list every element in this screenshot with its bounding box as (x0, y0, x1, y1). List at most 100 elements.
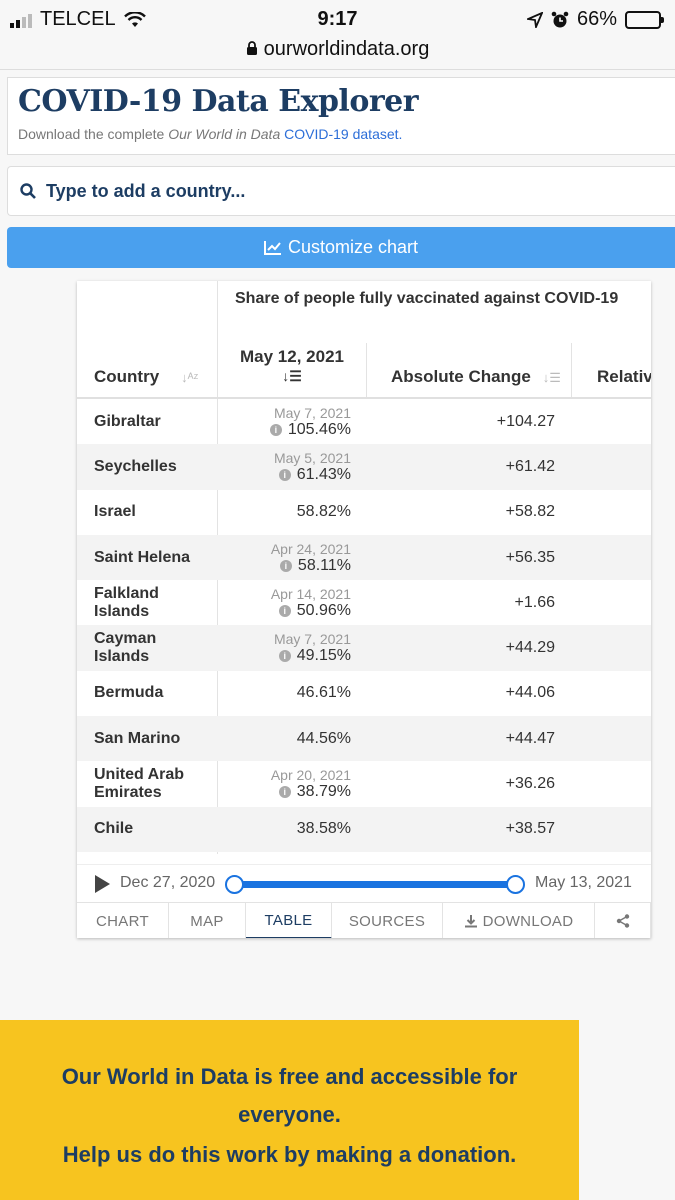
table-row[interactable]: Saint Helena Apr 24, 2021 i 58.11% +56.35 (77, 534, 651, 581)
table-row[interactable]: Falkland Islands Apr 14, 2021 i 50.96% +1.66 (77, 580, 651, 625)
value-cell: 46.61% (217, 671, 351, 716)
column-header-country[interactable]: Country ↓ᴬᶻ (94, 367, 198, 387)
value-text: 58.82% (296, 503, 351, 521)
info-icon[interactable]: i (278, 604, 291, 617)
tab-table[interactable]: TABLE (246, 903, 332, 938)
tab-label: MAP (190, 912, 224, 930)
tab-share[interactable] (595, 903, 651, 938)
value-date-note: Apr 14, 2021 (270, 585, 351, 602)
search-icon (20, 183, 36, 199)
value-text: 38.58% (296, 820, 351, 838)
battery-icon (625, 10, 664, 29)
value-date-note: Apr 24, 2021 (270, 540, 351, 557)
value-text: 44.56% (296, 729, 351, 747)
tab-label: DOWNLOAD (482, 912, 574, 930)
tab-download[interactable]: DOWNLOAD (443, 903, 595, 938)
value-date-note: May 5, 2021 (273, 449, 351, 466)
value-number: i 49.15% (278, 647, 351, 665)
sort-icon: ↓☰ (542, 370, 561, 385)
table-row[interactable]: Cayman Islands May 7, 2021 i 49.15% +44.29 (77, 625, 651, 671)
subtitle-prefix: Download the complete (18, 126, 169, 142)
sort-az-icon: ↓ᴬᶻ (181, 370, 199, 385)
country-name: United Arab Emirates (94, 766, 185, 802)
value-date-note: Apr 20, 2021 (270, 767, 351, 784)
value-number: 58.82% (297, 503, 351, 521)
country-name: Seychelles (94, 457, 177, 475)
value-cell: May 5, 2021 i 61.43% (217, 444, 351, 489)
info-icon[interactable]: i (278, 650, 291, 663)
explorer-header: COVID-19 Data Explorer Download the comp… (7, 77, 675, 155)
play-icon[interactable] (95, 875, 110, 893)
search-placeholder: Type to add a country... (46, 180, 246, 201)
alarm-icon (551, 11, 569, 27)
timeline-track[interactable] (234, 881, 515, 888)
data-table-card: Share of people fully vaccinated against… (77, 281, 651, 938)
value-text: 61.43% (296, 465, 351, 483)
view-tabs: CHART MAP TABLE SOURCES DOWNLOAD (77, 902, 651, 938)
table-row[interactable]: Chile 38.58% +38.57 (77, 806, 651, 852)
table-row[interactable]: United Arab Emirates Apr 20, 2021 i 38.79% +… (77, 761, 651, 806)
absolute-change: +36.26 (505, 775, 555, 793)
absolute-change: +104.27 (496, 412, 555, 430)
tab-label: SOURCES (348, 912, 426, 930)
timeline-end-handle[interactable] (506, 875, 525, 894)
country-name: Cayman Islands (94, 630, 157, 666)
country-name: Bermuda (94, 684, 164, 702)
value-text: 49.15% (296, 647, 351, 665)
customize-label: Customize chart (287, 237, 419, 257)
tab-label: TABLE (264, 911, 313, 929)
page-subtitle: Download the complete Our World in Data … (18, 126, 402, 142)
tab-sources[interactable]: SOURCES (332, 903, 443, 938)
value-text: 46.61% (296, 684, 351, 702)
table-row[interactable]: Seychelles May 5, 2021 i 61.43% +61.42 (77, 444, 651, 490)
country-name: Israel (94, 503, 136, 521)
timeline-start-handle[interactable] (225, 875, 244, 894)
info-icon[interactable]: i (278, 786, 291, 799)
column-label-date: May 12, 2021 (240, 347, 344, 366)
timeline-start-date[interactable]: Dec 27, 2020 (120, 874, 215, 892)
column-header-date[interactable]: May 12, 2021 ↓☰ (217, 347, 367, 385)
dataset-link[interactable]: COVID-19 dataset. (284, 126, 402, 142)
value-cell: May 7, 2021 i 105.46% (217, 399, 351, 444)
download-icon (464, 915, 477, 928)
absolute-change: +44.29 (505, 639, 555, 657)
value-cell: 38.58% (217, 807, 351, 852)
tab-label: CHART (96, 912, 149, 930)
timeline-end-date[interactable]: May 13, 2021 (535, 874, 632, 892)
table-body: Gibraltar May 7, 2021 i 105.46% +104.27 Seych… (77, 399, 651, 852)
table-row[interactable]: Israel 58.82% +58.82 (77, 490, 651, 535)
value-text: 38.79% (296, 783, 351, 801)
country-name: Saint Helena (94, 548, 191, 566)
country-name: Gibraltar (94, 412, 161, 430)
address-bar[interactable]: ourworldindata.org (0, 38, 675, 61)
tab-chart[interactable]: CHART (77, 903, 169, 938)
country-name: San Marino (94, 729, 181, 747)
absolute-change: +44.06 (505, 684, 555, 702)
info-icon[interactable]: i (279, 559, 292, 572)
value-number: i 38.79% (278, 783, 351, 801)
info-icon[interactable]: i (269, 423, 282, 436)
donation-link[interactable]: Help us do this work by making a donatio… (0, 1140, 579, 1170)
column-header-absolute[interactable]: Absolute Change ↓☰ (391, 367, 561, 387)
absolute-change: +1.66 (514, 593, 555, 611)
table-row[interactable]: San Marino 44.56% +44.47 (77, 716, 651, 762)
page-title: COVID-19 Data Explorer (18, 84, 419, 119)
country-search[interactable]: Type to add a country... (7, 166, 675, 216)
timeline: Dec 27, 2020 May 13, 2021 (77, 864, 651, 902)
value-cell: 44.56% (217, 716, 351, 761)
table-row[interactable]: Gibraltar May 7, 2021 i 105.46% +104.27 (77, 399, 651, 444)
location-icon (526, 11, 543, 28)
value-cell: 58.82% (217, 490, 351, 535)
table-row[interactable]: Bermuda 46.61% +44.06 (77, 671, 651, 716)
donation-banner: Our World in Data is free and accessible… (0, 1020, 579, 1200)
tab-map[interactable]: MAP (169, 903, 246, 938)
value-text: 105.46% (287, 420, 351, 438)
value-number: 44.56% (297, 730, 351, 748)
column-header-relative[interactable]: Relativ (597, 367, 651, 387)
value-number: i 50.96% (278, 602, 351, 620)
value-number: 46.61% (297, 684, 351, 702)
value-cell: Apr 24, 2021 i 58.11% (217, 535, 351, 580)
info-icon[interactable]: i (278, 468, 291, 481)
absolute-change: +61.42 (505, 457, 555, 475)
customize-chart-button[interactable]: Customize chart (7, 227, 675, 268)
